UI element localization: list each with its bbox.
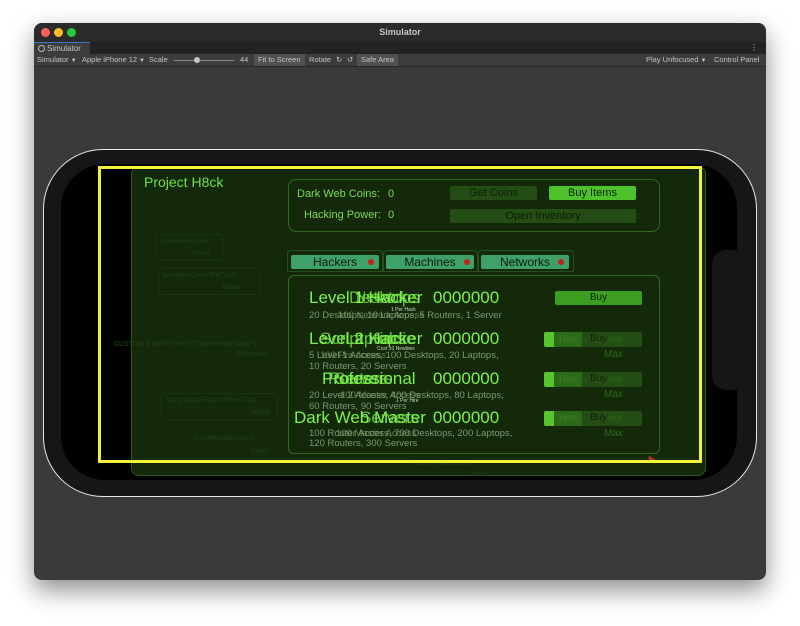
- control-panel-button[interactable]: Control Panel: [714, 54, 759, 66]
- gear-icon: [38, 45, 45, 52]
- hire-max-button[interactable]: Hire Max: [604, 332, 642, 362]
- title-bar: Simulator: [34, 23, 766, 42]
- rotate-right-icon[interactable]: ↺: [347, 54, 353, 66]
- hire-progress: [544, 411, 554, 426]
- mode-dropdown-label: Simulator: [37, 55, 69, 64]
- row-description-line2: 120 Routers, 300 Servers: [309, 438, 418, 449]
- hire-progress: [544, 332, 554, 347]
- simulator-toolbar: Simulator ▼ Apple iPhone 12 ▼ Scale 44 Fit…: [34, 54, 766, 67]
- tab-hackers[interactable]: Hackers: [291, 255, 379, 269]
- background-node-title: ScriptKiddieCount: [193, 435, 255, 442]
- window-title: Simulator: [379, 27, 421, 37]
- tab-simulator[interactable]: Simulator: [34, 42, 90, 54]
- buy-button[interactable]: Buy: [555, 291, 642, 305]
- device-dropdown[interactable]: Apple iPhone 12 ▼: [82, 54, 145, 66]
- hire-controls: Hire Hire Max Buy: [544, 372, 642, 400]
- buy-button[interactable]: Buy: [590, 332, 607, 346]
- row-rate: 1 Per Hack: [391, 307, 416, 313]
- background-node-title: ScriptKiddieCost: [415, 460, 472, 467]
- buy-items-button[interactable]: Buy Items: [549, 186, 636, 200]
- alert-dot-icon: [368, 259, 374, 265]
- buy-button[interactable]: Buy: [590, 411, 607, 425]
- background-node-title: CUSTOM EVENT (Self) ("BuyScriptKiddie"): [114, 341, 257, 348]
- background-node-value: Value: [192, 250, 211, 257]
- tab-machines[interactable]: Machines: [386, 255, 474, 269]
- chevron-down-icon: ▼: [70, 58, 77, 64]
- background-node-value: Value: [252, 409, 271, 416]
- hire-controls: Hire Hire Max Buy: [544, 332, 642, 360]
- background-node-title: ScriptKiddieCountPerClick: [166, 397, 256, 404]
- row-value: 0000000: [433, 408, 500, 427]
- row-rate: 1 Per Hire: [396, 398, 419, 404]
- row-name-overlap: Servers: [360, 408, 419, 427]
- hire-button[interactable]: Hire: [554, 332, 582, 347]
- hire-button[interactable]: Hire: [554, 372, 582, 387]
- row-name-overlap: Network: [356, 288, 408, 304]
- mode-dropdown[interactable]: Simulator ▼: [37, 54, 77, 66]
- device-dropdown-label: Apple iPhone 12: [82, 55, 138, 64]
- hacking-power-label: Hacking Power:: [304, 209, 382, 221]
- hire-controls: Hire Hire Max Buy: [544, 411, 642, 439]
- row-name-overlap: Servers: [334, 369, 393, 388]
- play-mode-label: Play Unfocused: [646, 55, 699, 64]
- background-node-title: SnowbieCountPerTick: [162, 272, 237, 279]
- row-value: 0000000: [433, 369, 500, 388]
- scale-value: 44: [240, 55, 249, 64]
- scale-label: Scale: [149, 55, 168, 64]
- row-description-overlap: 100 Master Access: [336, 428, 417, 439]
- tab-networks-label: Networks: [499, 255, 550, 269]
- device-notch: [712, 250, 737, 390]
- row-rate: Cost 10 Newbies: [377, 346, 415, 352]
- background-node-value: Value: [222, 284, 241, 291]
- background-node-value: Value: [250, 448, 269, 455]
- background-node-title: SnowbieCount: [160, 238, 209, 245]
- tab-networks[interactable]: Networks: [481, 255, 569, 269]
- rotate-label: Rotate: [309, 55, 332, 64]
- row-value: 0000000: [433, 288, 500, 307]
- open-inventory-button[interactable]: Open Inventory: [450, 209, 636, 223]
- alert-dot-icon: [464, 259, 470, 265]
- hire-max-button[interactable]: Hire Max: [604, 411, 642, 441]
- coins-label: Dark Web Coins:: [297, 188, 380, 200]
- play-mode-dropdown[interactable]: Play Unfocused ▼: [646, 54, 706, 66]
- get-coins-button[interactable]: Get Coins: [450, 186, 537, 200]
- fit-to-screen-button[interactable]: Fit to Screen: [254, 54, 305, 66]
- alert-dot-icon: [558, 259, 564, 265]
- hacking-power-value: 0: [388, 209, 395, 221]
- rotate-left-icon[interactable]: ↻: [336, 54, 342, 66]
- scale-slider-handle[interactable]: [194, 57, 200, 63]
- scale-slider-track[interactable]: [174, 60, 234, 61]
- hire-button[interactable]: Hire: [554, 411, 582, 426]
- background-node-value: Value: [470, 471, 489, 478]
- more-options-icon[interactable]: ⋮: [750, 42, 758, 54]
- tab-hackers-label: Hackers: [312, 255, 357, 269]
- buy-button[interactable]: Buy: [590, 372, 607, 386]
- safe-area-button[interactable]: Safe Area: [357, 54, 398, 66]
- coins-value: 0: [388, 188, 395, 200]
- row-value: 0000000: [433, 329, 500, 348]
- game-title: Project H8ck: [144, 174, 224, 190]
- tab-machines-label: Machines: [404, 255, 456, 269]
- background-node-value: Received: [236, 351, 267, 358]
- chevron-down-icon: ▼: [700, 58, 707, 64]
- chevron-down-icon: ▼: [139, 58, 145, 64]
- tab-simulator-label: Simulator: [47, 44, 81, 53]
- tab-bar: Simulator ⋮: [34, 42, 766, 54]
- hire-max-button[interactable]: Hire Max: [604, 372, 642, 402]
- hire-progress: [544, 372, 554, 387]
